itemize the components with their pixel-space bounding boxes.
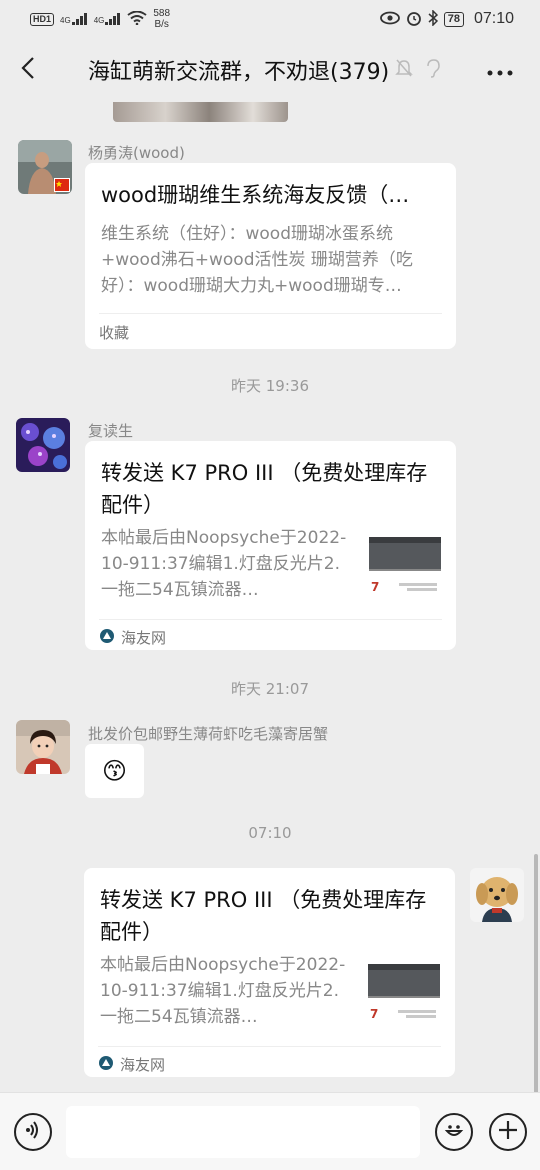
avatar[interactable] <box>16 720 70 774</box>
more-icon <box>487 61 513 80</box>
card-source-label: 海友网 <box>120 1056 166 1074</box>
bell-off-icon <box>395 58 413 82</box>
back-button[interactable] <box>0 38 56 102</box>
battery-icon: 78 <box>443 11 464 27</box>
timestamp: 昨天 21:07 <box>231 680 309 698</box>
status-bar: HD1 4G 4G 588 B/s 78 07:10 <box>0 0 540 38</box>
input-bar <box>0 1092 540 1170</box>
image-message-fragment[interactable] <box>113 102 288 122</box>
card-title: 转发送 K7 PRO III （免费处理库存配件） <box>100 888 427 944</box>
sender-name: 杨勇涛(wood) <box>88 144 185 162</box>
card-description: 维生系统（住好）：wood珊瑚冰蛋系统+wood沸石+wood活性炭 珊瑚营养（… <box>101 224 413 296</box>
status-left: HD1 4G 4G 588 B/s <box>30 8 170 30</box>
ear-icon <box>425 58 441 82</box>
card-description: 本帖最后由Noopsyche于2022-10-911:37编辑1.灯盘反光片2.… <box>101 528 347 600</box>
svg-text:7: 7 <box>370 1007 378 1021</box>
signal-icon: 4G <box>94 13 122 25</box>
timestamp: 昨天 19:36 <box>231 377 309 395</box>
clock: 07:10 <box>473 10 514 27</box>
card-title: 转发送 K7 PRO III （免费处理库存配件） <box>101 461 428 517</box>
eye-icon <box>379 11 400 28</box>
voice-button[interactable] <box>14 1113 52 1151</box>
sender-name: 复读生 <box>88 422 134 440</box>
emoji-icon <box>442 1118 466 1146</box>
chat-title: 海缸萌新交流群，不劝退(379) <box>88 60 390 85</box>
card-source-label: 收藏 <box>99 324 130 342</box>
card-thumbnail: 7 <box>369 529 441 601</box>
avatar[interactable] <box>18 140 72 194</box>
chat-area[interactable]: 杨勇涛(wood) wood珊瑚维生系统海友反馈（… 维生系统（住好）：wood… <box>0 102 540 1092</box>
kissing-face-icon: 😙 <box>101 757 128 785</box>
card-source: 收藏 <box>99 322 129 343</box>
card-divider <box>99 619 442 620</box>
share-card[interactable]: wood珊瑚维生系统海友反馈（… 维生系统（住好）：wood珊瑚冰蛋系统+woo… <box>85 163 456 349</box>
source-logo-icon <box>99 628 115 648</box>
plus-button[interactable] <box>489 1113 527 1151</box>
net-speed: 588 B/s <box>153 8 171 30</box>
scrollbar[interactable] <box>534 854 538 1092</box>
sender-name: 批发价包邮野生薄荷虾吃毛藻寄居蟹 <box>88 725 329 743</box>
card-thumbnail: 7 <box>368 956 440 1028</box>
more-button[interactable] <box>470 38 530 102</box>
emoji-message[interactable]: 😙 <box>85 744 144 798</box>
timestamp: 07:10 <box>248 824 292 842</box>
card-source: 海友网 <box>98 1054 165 1075</box>
status-right: 78 07:10 <box>379 8 514 29</box>
chevron-left-icon <box>21 56 35 84</box>
share-card[interactable]: 转发送 K7 PRO III （免费处理库存配件） 本帖最后由Noopsyche… <box>84 868 455 1077</box>
share-card[interactable]: 转发送 K7 PRO III （免费处理库存配件） 本帖最后由Noopsyche… <box>85 441 456 650</box>
hd-badge: HD1 <box>30 12 55 26</box>
svg-text:7: 7 <box>371 580 379 594</box>
card-source: 海友网 <box>99 627 166 648</box>
title-status-icons <box>395 58 441 82</box>
source-logo-icon <box>98 1055 114 1075</box>
card-divider <box>98 1046 441 1047</box>
alarm-icon <box>406 10 422 29</box>
avatar[interactable] <box>16 418 70 472</box>
card-description: 本帖最后由Noopsyche于2022-10-911:37编辑1.灯盘反光片2.… <box>100 955 346 1027</box>
nav-bar: 海缸萌新交流群，不劝退(379) <box>0 38 540 102</box>
card-title: wood珊瑚维生系统海友反馈（… <box>101 183 410 207</box>
card-source-label: 海友网 <box>121 629 167 647</box>
bluetooth-icon <box>428 8 438 29</box>
voice-icon <box>23 1120 43 1144</box>
message-input[interactable] <box>66 1106 420 1158</box>
wifi-icon <box>127 10 147 28</box>
card-divider <box>99 313 442 314</box>
avatar[interactable] <box>470 868 524 922</box>
plus-icon <box>497 1119 519 1145</box>
emoji-button[interactable] <box>435 1113 473 1151</box>
signal-icon: 4G <box>60 13 88 25</box>
